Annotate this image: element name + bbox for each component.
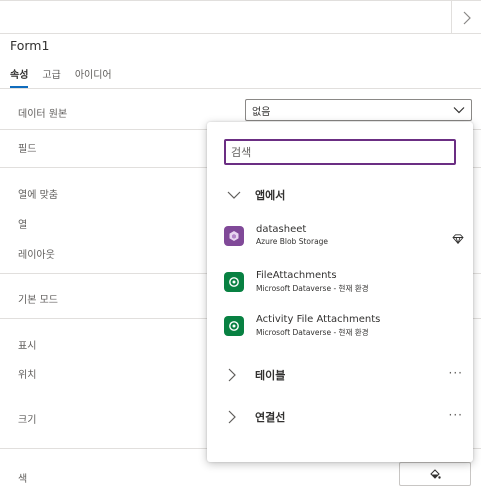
chevron-down-icon (453, 107, 465, 114)
tab-properties[interactable]: 속성 (10, 66, 29, 88)
premium-diamond-icon (452, 229, 464, 248)
data-source-label: 데이터 원본 (18, 109, 68, 120)
property-tabs: 속성 고급 아이디어 (10, 66, 126, 88)
section-tables[interactable]: 테이블 (227, 365, 285, 385)
fields-label[interactable]: 필드 (18, 140, 36, 155)
top-bar (0, 0, 481, 34)
position-label: 위치 (18, 370, 37, 381)
data-source-panel: 앱에서 datasheet Azure Blob Storage FileAtt… (207, 122, 473, 462)
azure-blob-storage-icon (224, 226, 244, 246)
data-source-item-datasheet[interactable]: datasheet Azure Blob Storage (224, 224, 464, 258)
layout-label: 레이아웃 (18, 250, 55, 261)
chevron-right-icon (463, 11, 471, 24)
section-label: 앱에서 (255, 189, 286, 202)
item-name: FileAttachments (256, 270, 337, 281)
tab-ideas[interactable]: 아이디어 (75, 66, 112, 88)
item-name: Activity File Attachments (256, 314, 381, 325)
form-title: Form1 (10, 38, 50, 53)
tab-advanced[interactable]: 고급 (42, 66, 60, 88)
chevron-down-icon (227, 190, 243, 200)
data-source-item-fileattachments[interactable]: FileAttachments Microsoft Dataverse - 현재… (224, 270, 464, 304)
chevron-right-icon (227, 368, 243, 382)
tabs-divider (0, 88, 481, 89)
dataverse-icon (224, 272, 244, 292)
tables-more-button[interactable]: ··· (449, 366, 463, 380)
section-label: 연결선 (255, 411, 286, 424)
data-source-item-activity-file-attachments[interactable]: Activity File Attachments Microsoft Data… (224, 314, 464, 348)
columns-label: 열 (18, 220, 28, 231)
paint-bucket-icon (430, 469, 441, 479)
size-label: 크기 (18, 415, 37, 426)
display-label: 표시 (18, 341, 37, 352)
item-subtitle: Microsoft Dataverse - 현재 환경 (256, 284, 369, 293)
snap-to-columns-label: 열에 맞춤 (18, 190, 58, 201)
chevron-right-icon (227, 410, 243, 424)
section-connectors[interactable]: 연결선 (227, 407, 285, 427)
item-name: datasheet (256, 224, 307, 235)
connectors-more-button[interactable]: ··· (449, 408, 463, 422)
search-input[interactable] (224, 139, 456, 165)
section-in-app[interactable]: 앱에서 (227, 185, 285, 205)
collapse-pane-button[interactable] (451, 1, 481, 34)
data-source-dropdown[interactable]: 없음 (245, 99, 472, 121)
data-source-value: 없음 (252, 106, 271, 118)
item-subtitle: Microsoft Dataverse - 현재 환경 (256, 328, 369, 337)
color-label: 색 (18, 474, 28, 485)
item-subtitle: Azure Blob Storage (256, 237, 329, 246)
fill-color-button[interactable] (399, 462, 471, 486)
default-mode-label: 기본 모드 (18, 295, 58, 306)
section-label: 테이블 (255, 369, 286, 382)
dataverse-icon (224, 316, 244, 336)
